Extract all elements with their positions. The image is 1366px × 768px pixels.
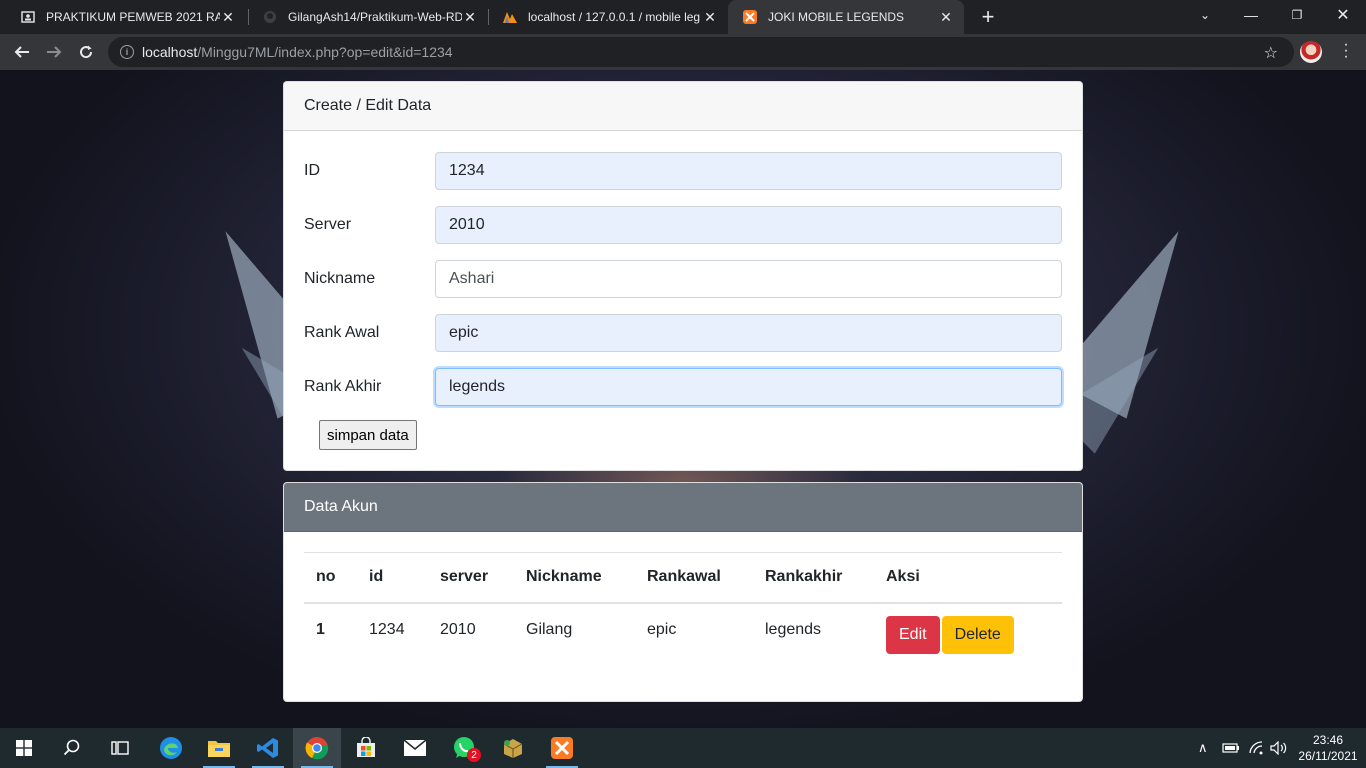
task-view-icon[interactable]: [96, 728, 144, 768]
column-header-server: server: [428, 552, 514, 604]
form-row-server: Server 2010: [304, 206, 1062, 244]
form-row-rank-awal: Rank Awal epic: [304, 314, 1062, 352]
taskbar-clock[interactable]: 23:46 26/11/2021: [1296, 732, 1360, 764]
rank-awal-input[interactable]: epic: [435, 314, 1062, 352]
tab-joki[interactable]: JOKI MOBILE LEGENDS ✕: [728, 0, 964, 34]
form-row-rank-akhir: Rank Akhir legends: [304, 368, 1062, 406]
back-arrow-icon[interactable]: [8, 38, 36, 66]
tab-title: GilangAsh14/Praktikum-Web-RD: [288, 10, 462, 24]
page-background: Create / Edit Data ID 1234 Server 2010 N…: [0, 70, 1366, 728]
data-akun-card: Data Akun no id server Nickname Rankawal…: [283, 482, 1083, 702]
edit-button[interactable]: Edit: [886, 615, 940, 654]
show-hidden-icons-chevron-icon[interactable]: ∧: [1198, 728, 1208, 768]
table-header-row: no id server Nickname Rankawal Rankakhir…: [304, 552, 1062, 604]
column-header-id: id: [357, 552, 428, 604]
mail-icon[interactable]: [391, 728, 439, 768]
delete-button[interactable]: Delete: [941, 615, 1014, 654]
address-bar[interactable]: i localhost/Minggu7ML/index.php?op=edit&…: [108, 37, 1294, 67]
file-explorer-icon[interactable]: [195, 728, 243, 768]
form-row-nickname: Nickname Ashari: [304, 260, 1062, 298]
close-icon[interactable]: ✕: [938, 9, 954, 25]
close-icon[interactable]: ✕: [702, 9, 718, 25]
chrome-icon[interactable]: [293, 728, 341, 768]
tab-phpmyadmin[interactable]: localhost / 127.0.0.1 / mobile leg ✕: [488, 0, 728, 34]
clock-date: 26/11/2021: [1298, 749, 1358, 763]
cell-aksi: Edit Delete: [874, 603, 1062, 667]
browser-tab-strip: PRAKTIKUM PEMWEB 2021 RA, R ✕ GilangAsh1…: [0, 0, 1366, 34]
cell-id: 1234: [369, 620, 405, 638]
data-akun-table: no id server Nickname Rankawal Rankakhir…: [304, 552, 1062, 667]
xampp-taskbar-icon[interactable]: [538, 728, 586, 768]
id-input[interactable]: 1234: [435, 152, 1062, 190]
whatsapp-notification-badge: 2: [467, 748, 481, 762]
search-icon[interactable]: [48, 728, 96, 768]
battery-icon[interactable]: [1222, 728, 1240, 768]
profile-avatar[interactable]: [1300, 41, 1322, 63]
edit-form-card: Create / Edit Data ID 1234 Server 2010 N…: [283, 81, 1083, 471]
new-tab-plus-icon[interactable]: +: [976, 4, 1000, 29]
form-row-id: ID 1234: [304, 152, 1062, 190]
edge-icon[interactable]: [147, 728, 195, 768]
vscode-icon[interactable]: [244, 728, 292, 768]
clock-time: 23:46: [1312, 733, 1344, 747]
id-label: ID: [304, 162, 320, 179]
tab-title: PRAKTIKUM PEMWEB 2021 RA, R: [46, 10, 220, 24]
simpan-data-button[interactable]: simpan data: [319, 420, 417, 450]
close-icon[interactable]: ✕: [462, 9, 478, 25]
tab-praktikum[interactable]: PRAKTIKUM PEMWEB 2021 RA, R ✕: [6, 0, 246, 34]
url-host: localhost: [142, 44, 198, 60]
forward-arrow-icon[interactable]: [40, 38, 68, 66]
close-icon[interactable]: ✕: [220, 9, 236, 25]
column-header-rankakhir: Rankakhir: [753, 552, 874, 604]
tab-title: JOKI MOBILE LEGENDS: [768, 10, 905, 24]
tab-title: localhost / 127.0.0.1 / mobile leg: [528, 10, 701, 24]
cell-rankawal: epic: [647, 620, 677, 638]
phpmyadmin-icon: [502, 9, 518, 25]
whatsapp-icon[interactable]: 2: [440, 728, 488, 768]
tab-github[interactable]: GilangAsh14/Praktikum-Web-RD ✕: [248, 0, 488, 34]
app-package-icon[interactable]: [489, 728, 537, 768]
minimize-icon[interactable]: —: [1228, 0, 1274, 30]
server-input[interactable]: 2010: [435, 206, 1062, 244]
windows-taskbar: 2 ∧ 23:46 26/11/2021: [0, 728, 1366, 768]
classroom-icon: [20, 9, 36, 25]
menu-kebab-icon[interactable]: · · ·: [1338, 37, 1354, 65]
column-header-rankawal: Rankawal: [635, 552, 753, 604]
bookmark-star-icon[interactable]: ☆: [1264, 43, 1278, 63]
column-header-no: no: [304, 552, 357, 604]
microsoft-store-icon[interactable]: [342, 728, 390, 768]
site-info-icon[interactable]: i: [120, 45, 134, 59]
table-card-header: Data Akun: [284, 483, 1082, 532]
column-header-nickname: Nickname: [514, 552, 635, 604]
nickname-label: Nickname: [304, 270, 376, 287]
url-path: /Minggu7ML/index.php?op=edit&id=1234: [197, 44, 453, 60]
server-label: Server: [304, 216, 352, 233]
nickname-input[interactable]: Ashari: [435, 260, 1062, 298]
wifi-icon[interactable]: [1248, 728, 1264, 768]
rank-akhir-label: Rank Akhir: [304, 378, 382, 395]
cell-nickname: Gilang: [526, 620, 573, 638]
xampp-icon: [742, 9, 758, 25]
restore-icon[interactable]: ❐: [1274, 0, 1320, 30]
windows-start-icon[interactable]: [0, 728, 48, 768]
github-icon: [262, 9, 278, 25]
cell-rankakhir: legends: [765, 620, 822, 638]
reload-icon[interactable]: [72, 38, 100, 66]
table-row: 1 1234 2010 Gilang epic legends Edit Dele…: [304, 603, 1062, 667]
volume-icon[interactable]: [1270, 728, 1288, 768]
cell-no: 1: [316, 620, 325, 638]
browser-toolbar: i localhost/Minggu7ML/index.php?op=edit&…: [0, 34, 1366, 70]
window-close-icon[interactable]: ✕: [1320, 0, 1366, 30]
column-header-aksi: Aksi: [874, 552, 1062, 604]
tab-search-chevron-icon[interactable]: ⌄: [1182, 0, 1228, 30]
form-card-header: Create / Edit Data: [284, 82, 1082, 131]
rank-awal-label: Rank Awal: [304, 324, 380, 341]
cell-server: 2010: [440, 620, 476, 638]
rank-akhir-input[interactable]: legends: [435, 368, 1062, 406]
